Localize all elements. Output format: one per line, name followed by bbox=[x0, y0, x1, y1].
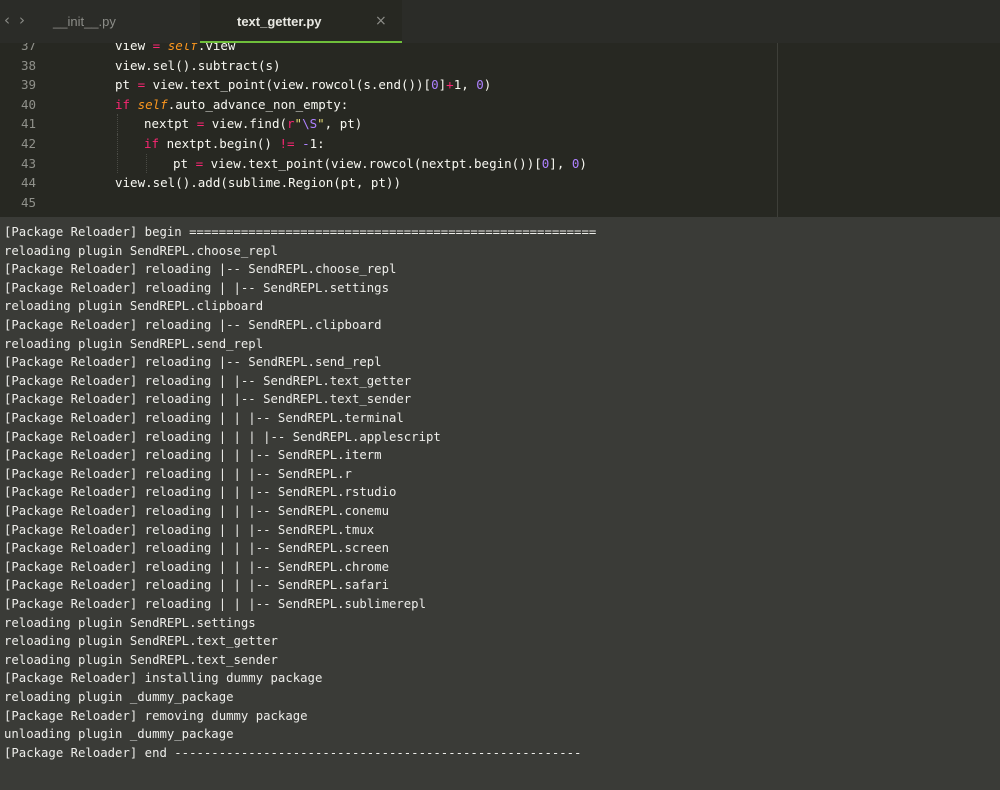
console-line: [Package Reloader] reloading | | |-- Sen… bbox=[4, 485, 397, 500]
code-line: 39 pt = view.text_point(view.rowcol(s.end… bbox=[0, 75, 1000, 95]
tab-label: text_getter.py bbox=[237, 14, 322, 29]
code-text: if nextpt.begin() != -1: bbox=[144, 136, 325, 151]
line-number: 45 bbox=[20, 194, 36, 210]
console-line: reloading plugin SendREPL.send_repl bbox=[4, 336, 264, 351]
code-editor[interactable]: 37 view = self.view 38 view.sel().subtract(… bbox=[0, 43, 1000, 217]
code-text: view = self.view bbox=[115, 43, 236, 53]
console-line: [Package Reloader] removing dummy packag… bbox=[4, 708, 308, 723]
console-line: [Package Reloader] reloading | | |-- Sen… bbox=[4, 559, 389, 574]
console-line: [Package Reloader] reloading | | |-- Sen… bbox=[4, 578, 389, 593]
code-text: pt = view.text_point(view.rowcol(nextpt.… bbox=[173, 155, 587, 171]
console-line: [Package Reloader] begin ===============… bbox=[4, 225, 597, 239]
code-line: 42 if nextpt.begin() != -1: bbox=[0, 134, 1000, 154]
console-line: reloading plugin SendREPL.text_sender bbox=[4, 652, 278, 667]
line-number: 38 bbox=[20, 57, 36, 73]
code-text: nextpt = view.find(r"\S", pt) bbox=[144, 116, 363, 132]
line-number: 44 bbox=[20, 175, 36, 191]
console-line: unloading plugin _dummy_package bbox=[4, 727, 234, 742]
console-line: [Package Reloader] reloading | |-- SendR… bbox=[4, 373, 412, 388]
console-line: [Package Reloader] reloading | | |-- Sen… bbox=[4, 466, 352, 481]
console-line: [Package Reloader] reloading | |-- SendR… bbox=[4, 280, 389, 295]
close-icon[interactable]: × bbox=[375, 0, 387, 43]
indent-guide bbox=[117, 114, 118, 134]
console-line: reloading plugin SendREPL.settings bbox=[4, 615, 256, 630]
tab-bar: ‹ › __init__.py text_getter.py × bbox=[0, 0, 1000, 43]
console-line: [Package Reloader] reloading |-- SendREP… bbox=[4, 355, 382, 370]
indent-guide bbox=[117, 134, 118, 154]
console-line: [Package Reloader] reloading | |-- SendR… bbox=[4, 392, 412, 407]
code-line: 40 if self.auto_advance_non_empty: bbox=[0, 95, 1000, 115]
console-line: reloading plugin SendREPL.text_getter bbox=[4, 634, 278, 649]
code-text: pt = view.text_point(view.rowcol(s.end()… bbox=[115, 77, 492, 93]
code-line: 41 nextpt = view.find(r"\S", pt) bbox=[0, 114, 1000, 134]
console-line: [Package Reloader] reloading | | |-- Sen… bbox=[4, 411, 404, 425]
code-line: 44 view.sel().add(sublime.Region(pt, pt)) bbox=[0, 173, 1000, 193]
console-line: [Package Reloader] installing dummy pack… bbox=[4, 671, 323, 686]
code-text: if self.auto_advance_non_empty: bbox=[115, 96, 349, 112]
console-line: [Package Reloader] reloading | | |-- Sen… bbox=[4, 522, 375, 537]
console-output[interactable]: [Package Reloader] begin ===============… bbox=[0, 217, 1000, 790]
line-number: 43 bbox=[20, 155, 36, 171]
indent-guide bbox=[146, 153, 147, 174]
console-line: [Package Reloader] reloading |-- SendREP… bbox=[4, 318, 382, 332]
tab-label: __init__.py bbox=[53, 14, 116, 29]
console-line: [Package Reloader] end -----------------… bbox=[4, 745, 582, 760]
console-line: [Package Reloader] reloading | | |-- Sen… bbox=[4, 541, 389, 556]
console-line: [Package Reloader] reloading | | |-- Sen… bbox=[4, 448, 382, 463]
chevron-left-icon[interactable]: ‹ bbox=[4, 11, 10, 29]
indent-guide bbox=[117, 153, 118, 174]
line-number: 39 bbox=[20, 77, 36, 93]
chevron-right-icon[interactable]: › bbox=[19, 11, 25, 29]
tab-text-getter-py[interactable]: text_getter.py bbox=[200, 0, 402, 43]
console-line: [Package Reloader] reloading |-- SendREP… bbox=[4, 262, 397, 277]
code-line: 37 view = self.view bbox=[0, 43, 1000, 56]
code-line: 45 bbox=[0, 193, 1000, 213]
code-line: 43 pt = view.text_point(view.rowcol(nextp… bbox=[0, 153, 1000, 174]
console-line: reloading plugin SendREPL.choose_repl bbox=[4, 243, 278, 258]
console-line: [Package Reloader] reloading | | |-- Sen… bbox=[4, 597, 426, 611]
code-line: 38 view.sel().subtract(s) bbox=[0, 56, 1000, 76]
console-line: [Package Reloader] reloading | | | |-- S… bbox=[4, 429, 441, 444]
code-text: view.sel().subtract(s) bbox=[115, 57, 281, 73]
console-line: reloading plugin SendREPL.clipboard bbox=[4, 299, 264, 314]
code-text: view.sel().add(sublime.Region(pt, pt)) bbox=[115, 175, 401, 191]
line-number: 42 bbox=[20, 136, 36, 151]
console-line: [Package Reloader] reloading | | |-- Sen… bbox=[4, 504, 389, 518]
line-number: 37 bbox=[20, 43, 36, 53]
line-number: 40 bbox=[20, 96, 36, 112]
line-number: 41 bbox=[20, 116, 36, 132]
console-line: reloading plugin _dummy_package bbox=[4, 690, 234, 704]
tab-init-py[interactable]: __init__.py bbox=[36, 0, 226, 43]
